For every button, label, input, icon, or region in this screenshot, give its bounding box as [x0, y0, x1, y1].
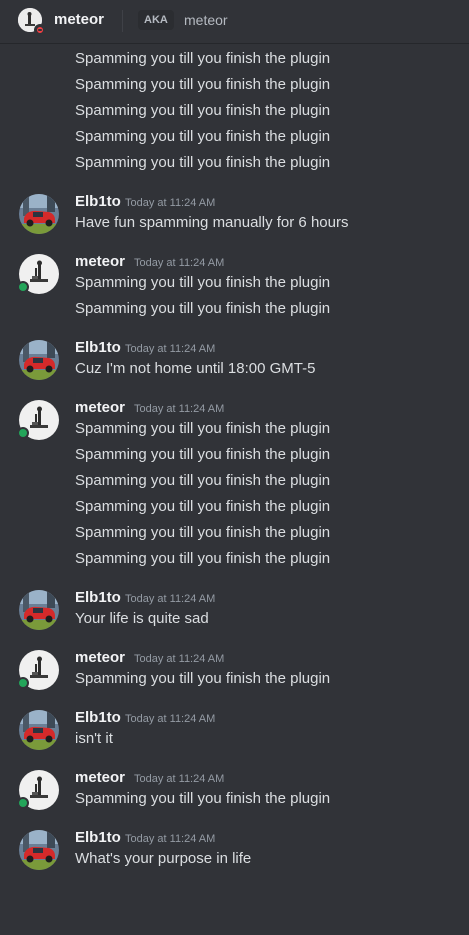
message-text: Spamming you till you finish the plugin — [75, 498, 331, 515]
message-text: Spamming you till you finish the plugin — [75, 128, 331, 145]
message-timestamp[interactable]: Today at 11:24 AM — [125, 193, 215, 213]
message-author[interactable]: Elb1to — [75, 708, 121, 728]
message-text: Spamming you till you finish the plugin — [75, 102, 331, 119]
header-divider — [122, 10, 123, 32]
message-timestamp[interactable]: Today at 11:24 AM — [134, 399, 224, 419]
dm-recipient-name[interactable]: meteor — [54, 11, 104, 28]
message-author[interactable]: Elb1to — [75, 588, 121, 608]
message-author[interactable]: meteor — [75, 252, 125, 272]
user-avatar[interactable] — [19, 340, 59, 380]
message-text: Spamming you till you finish the plugin — [75, 76, 331, 93]
message-author[interactable]: Elb1to — [75, 192, 121, 212]
message-text: Spamming you till you finish the plugin — [75, 154, 331, 171]
message-text: Spamming you till you finish the plugin — [75, 790, 331, 807]
message-text: Spamming you till you finish the plugin — [75, 524, 331, 541]
message-text: Cuz I'm not home until 18:00 GMT-5 — [75, 360, 316, 377]
message-list: Spamming you till you finish the plugin S… — [0, 44, 469, 935]
user-avatar[interactable] — [19, 830, 59, 870]
message-text: Spamming you till you finish the plugin — [75, 300, 331, 317]
message-text: Spamming you till you finish the plugin — [75, 550, 331, 567]
message-author[interactable]: meteor — [75, 398, 125, 418]
elb1to-avatar-icon — [19, 340, 59, 380]
aka-badge: AKA — [138, 10, 174, 30]
online-status-icon — [17, 427, 29, 439]
message-author[interactable]: meteor — [75, 768, 125, 788]
dm-header: meteor AKA meteor — [0, 0, 469, 44]
message-author[interactable]: Elb1to — [75, 338, 121, 358]
message-text: Spamming you till you finish the plugin — [75, 446, 331, 463]
aka-name: meteor — [184, 12, 228, 28]
message-text: Spamming you till you finish the plugin — [75, 274, 331, 291]
message-text: Spamming you till you finish the plugin — [75, 472, 331, 489]
message-text: What's your purpose in life — [75, 850, 252, 867]
message-text: Spamming you till you finish the plugin — [75, 670, 331, 687]
elb1to-avatar-icon — [19, 710, 59, 750]
message-text: Spamming you till you finish the plugin — [75, 420, 331, 437]
online-status-icon — [17, 677, 29, 689]
message-text: Have fun spamming manually for 6 hours — [75, 214, 349, 231]
message-text: isn't it — [75, 730, 113, 747]
message-text: Spamming you till you finish the plugin — [75, 50, 331, 67]
header-avatar[interactable] — [18, 8, 46, 36]
dnd-status-icon — [34, 24, 46, 36]
message-timestamp[interactable]: Today at 11:24 AM — [125, 589, 215, 609]
online-status-icon — [17, 797, 29, 809]
message-timestamp[interactable]: Today at 11:24 AM — [125, 709, 215, 729]
message-timestamp[interactable]: Today at 11:24 AM — [125, 829, 215, 849]
elb1to-avatar-icon — [19, 830, 59, 870]
online-status-icon — [17, 281, 29, 293]
message-timestamp[interactable]: Today at 11:24 AM — [134, 253, 224, 273]
user-avatar[interactable] — [19, 710, 59, 750]
message-timestamp[interactable]: Today at 11:24 AM — [134, 649, 224, 669]
elb1to-avatar-icon — [19, 194, 59, 234]
user-avatar[interactable] — [19, 590, 59, 630]
message-timestamp[interactable]: Today at 11:24 AM — [125, 339, 215, 359]
message-text: Your life is quite sad — [75, 610, 209, 627]
message-author[interactable]: Elb1to — [75, 828, 121, 848]
message-author[interactable]: meteor — [75, 648, 125, 668]
message-timestamp[interactable]: Today at 11:24 AM — [134, 769, 224, 789]
elb1to-avatar-icon — [19, 590, 59, 630]
user-avatar[interactable] — [19, 194, 59, 234]
